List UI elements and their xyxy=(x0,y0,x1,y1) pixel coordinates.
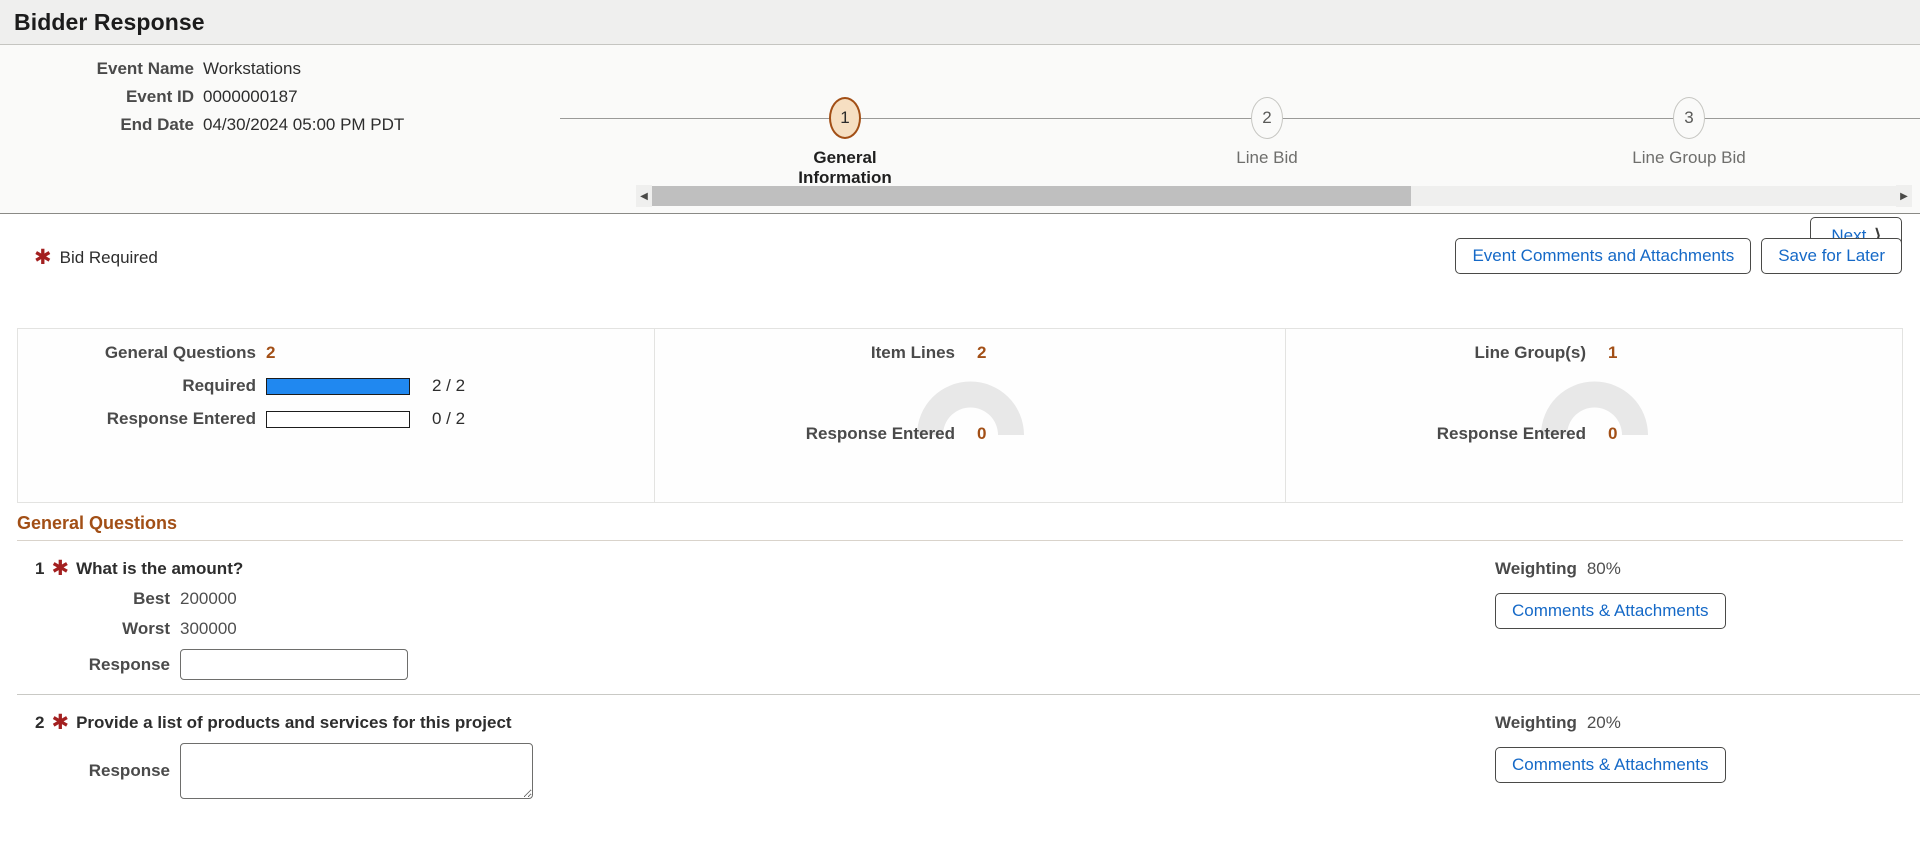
question-1-response-input[interactable] xyxy=(180,649,408,680)
triangle-left-icon[interactable]: ◀ xyxy=(636,185,652,207)
question-1-response-row: Response xyxy=(17,649,1920,680)
general-questions-header: General Questions 2 xyxy=(18,329,654,363)
question-1-weighting-value: 80% xyxy=(1586,559,1621,578)
line-groups-response-row: Response Entered 0 xyxy=(1286,424,1902,444)
required-progress-row: Required 2 / 2 xyxy=(18,376,654,396)
required-asterisk-icon: ✱ xyxy=(34,246,52,269)
triangle-right-icon[interactable]: ▶ xyxy=(1896,185,1912,207)
required-asterisk-icon: ✱ xyxy=(51,557,70,580)
scrollbar-track[interactable] xyxy=(652,186,1896,206)
response-entered-progress-value: 0 / 2 xyxy=(432,409,466,428)
question-2-weighting-value: 20% xyxy=(1586,713,1621,732)
question-1-best-label: Best xyxy=(133,589,170,608)
line-groups-summary-card: Line Group(s) 1 Response Entered 0 xyxy=(1285,329,1902,502)
question-1-number: 1 xyxy=(35,559,45,578)
action-row: ✱ Bid Required Event Comments and Attach… xyxy=(0,238,1920,294)
item-lines-response-row: Response Entered 0 xyxy=(655,424,1285,444)
event-name-row: Event Name Workstations xyxy=(0,55,440,82)
question-2-text: Provide a list of products and services … xyxy=(76,713,512,732)
header-panel: Event Name Workstations Event ID 0000000… xyxy=(0,45,1920,255)
step-2-number: 2 xyxy=(1262,108,1272,127)
window-title-bar: Bidder Response xyxy=(0,0,1920,45)
required-label: Required xyxy=(182,376,256,395)
item-lines-summary-card: Item Lines 2 Response Entered 0 xyxy=(654,329,1285,502)
line-groups-count: 1 xyxy=(1608,343,1618,362)
question-2-weighting-row: Weighting 20% xyxy=(1495,713,1726,733)
item-lines-response-value: 0 xyxy=(977,424,987,443)
scrollbar-thumb[interactable] xyxy=(652,186,1411,206)
question-1-side-panel: Weighting 80% Comments & Attachments xyxy=(1495,559,1726,629)
step-3-label: Line Group Bid xyxy=(1632,148,1746,167)
question-2-comments-attachments-button[interactable]: Comments & Attachments xyxy=(1495,747,1726,783)
step-general-information[interactable]: 1 General Information xyxy=(765,97,925,188)
question-2-number: 2 xyxy=(35,713,45,732)
bid-required-legend: ✱ Bid Required xyxy=(34,246,158,269)
question-1-text: What is the amount? xyxy=(76,559,244,578)
step-line-group-bid[interactable]: 3 Line Group Bid xyxy=(1609,97,1769,168)
summary-cards: General Questions 2 Required 2 / 2 Respo… xyxy=(17,328,1903,503)
event-id-value: 0000000187 xyxy=(203,86,298,106)
item-lines-title: Item Lines xyxy=(870,343,955,362)
item-lines-header: Item Lines 2 xyxy=(655,329,1285,363)
question-1-weighting-row: Weighting 80% xyxy=(1495,559,1726,579)
step-1-bubble[interactable]: 1 xyxy=(829,97,861,139)
question-2: 2 ✱ Provide a list of products and servi… xyxy=(17,695,1920,813)
event-id-row: Event ID 0000000187 xyxy=(0,83,440,110)
required-progress-bar xyxy=(266,377,410,395)
step-2-label: Line Bid xyxy=(1236,148,1298,167)
event-comments-and-attachments-button[interactable]: Event Comments and Attachments xyxy=(1455,238,1752,274)
event-name-value: Workstations xyxy=(203,58,301,78)
save-for-later-button[interactable]: Save for Later xyxy=(1761,238,1902,274)
question-1-best-value: 200000 xyxy=(180,589,237,608)
page-title: Bidder Response xyxy=(14,8,205,35)
general-questions-count: 2 xyxy=(266,343,276,362)
question-1-comments-attachments-button[interactable]: Comments & Attachments xyxy=(1495,593,1726,629)
line-groups-title: Line Group(s) xyxy=(1474,343,1586,362)
stepper-track: 1 General Information 2 Line Bid 3 Line … xyxy=(560,97,1920,187)
general-questions-section: General Questions 1 ✱ What is the amount… xyxy=(17,513,1920,813)
line-groups-header: Line Group(s) 1 xyxy=(1286,329,1902,363)
action-buttons: Event Comments and Attachments Save for … xyxy=(1455,238,1902,274)
item-lines-count: 2 xyxy=(977,343,987,362)
line-groups-response-value: 0 xyxy=(1608,424,1618,443)
question-1-response-label: Response xyxy=(88,654,170,674)
item-lines-response-label: Response Entered xyxy=(805,424,955,443)
end-date-label: End Date xyxy=(120,114,194,134)
question-1-worst-label: Worst xyxy=(122,619,170,638)
question-2-side-panel: Weighting 20% Comments & Attachments xyxy=(1495,713,1726,783)
response-entered-label: Response Entered xyxy=(106,409,256,428)
response-entered-progress-row: Response Entered 0 / 2 xyxy=(18,409,654,429)
stepper-horizontal-scrollbar[interactable]: ◀ ▶ xyxy=(636,185,1912,207)
general-questions-section-heading: General Questions xyxy=(17,513,178,533)
step-2-bubble[interactable]: 2 xyxy=(1251,97,1283,139)
step-3-number: 3 xyxy=(1684,108,1694,127)
question-1: 1 ✱ What is the amount? Best 200000 Wors… xyxy=(17,541,1920,695)
required-progress-fill xyxy=(267,378,409,394)
event-info-group: Event Name Workstations Event ID 0000000… xyxy=(0,55,440,139)
required-progress-value: 2 / 2 xyxy=(432,376,466,395)
line-groups-response-label: Response Entered xyxy=(1436,424,1586,443)
question-1-weighting-label: Weighting xyxy=(1495,559,1577,578)
response-entered-progress-bar xyxy=(266,410,410,428)
event-id-label: Event ID xyxy=(125,86,194,106)
event-name-label: Event Name xyxy=(96,58,194,78)
step-line-bid[interactable]: 2 Line Bid xyxy=(1187,97,1347,168)
general-questions-title: General Questions xyxy=(104,343,256,362)
end-date-value: 04/30/2024 05:00 PM PDT xyxy=(203,114,405,134)
wizard-stepper: 1 General Information 2 Line Bid 3 Line … xyxy=(560,97,1920,187)
question-2-response-label: Response xyxy=(88,761,170,780)
general-questions-summary-card: General Questions 2 Required 2 / 2 Respo… xyxy=(18,329,654,502)
bid-required-label: Bid Required xyxy=(59,248,158,267)
step-3-bubble[interactable]: 3 xyxy=(1673,97,1705,139)
question-2-weighting-label: Weighting xyxy=(1495,713,1577,732)
step-1-label: General Information xyxy=(798,148,892,187)
end-date-row: End Date 04/30/2024 05:00 PM PDT xyxy=(0,111,440,138)
question-2-response-textarea[interactable] xyxy=(180,743,533,799)
question-1-worst-value: 300000 xyxy=(180,619,237,638)
required-asterisk-icon: ✱ xyxy=(51,711,70,734)
step-1-number: 1 xyxy=(840,108,850,127)
